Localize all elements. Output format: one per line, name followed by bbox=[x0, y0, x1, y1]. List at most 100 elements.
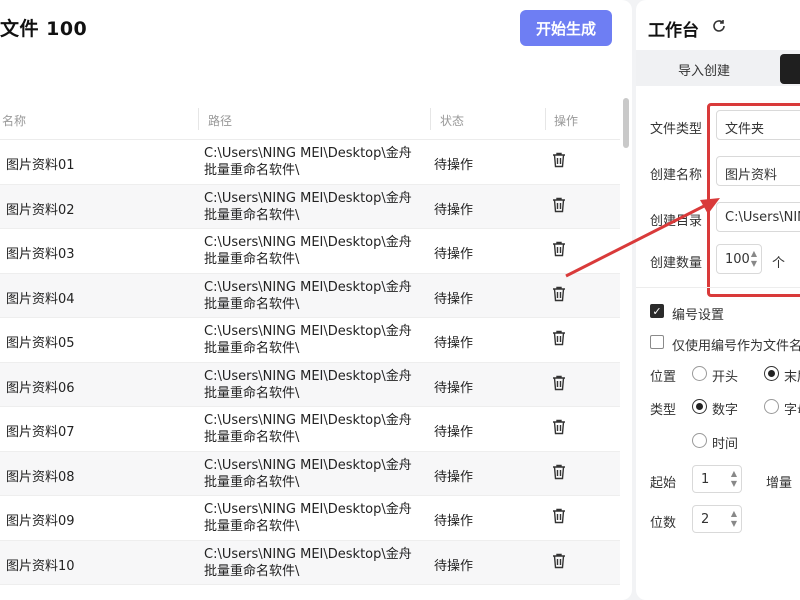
column-separator bbox=[198, 108, 199, 130]
row-name: 图片资料09 bbox=[6, 514, 75, 529]
row-name: 图片资料04 bbox=[6, 291, 75, 307]
row-path-line1: C:\Users\NING MEI\Desktop\金舟 bbox=[204, 502, 412, 517]
row-name: 图片资料05 bbox=[6, 336, 75, 351]
trash-icon[interactable] bbox=[552, 330, 566, 346]
row-path-line1: C:\Users\NING MEI\Desktop\金舟 bbox=[204, 546, 412, 562]
type-number-radio[interactable] bbox=[692, 399, 707, 414]
row-status: 待操作 bbox=[434, 469, 474, 485]
start-label: 起始 bbox=[650, 476, 677, 491]
table-row[interactable]: 图片资料02 C:\Users\NING MEI\Desktop\金舟 批量重命名… bbox=[0, 184, 620, 229]
row-path: C:\Users\NING MEI\Desktop\金舟 批量重命名软件\ bbox=[204, 546, 424, 580]
numbering-only-label: 仅使用编号作为文件名 bbox=[672, 339, 800, 354]
file-table-body: 图片资料01 C:\Users\NING MEI\Desktop\金舟 批量重命名… bbox=[0, 140, 620, 585]
row-status: 待操作 bbox=[434, 247, 474, 262]
digits-stepper[interactable]: 2 ▲ ▼ bbox=[692, 505, 742, 533]
table-row[interactable]: 图片资料05 C:\Users\NING MEI\Desktop\金舟 批量重命名… bbox=[0, 318, 620, 363]
row-status: 待操作 bbox=[434, 514, 474, 529]
table-row[interactable]: 图片资料07 C:\Users\NING MEI\Desktop\金舟 批量重命名… bbox=[0, 407, 620, 452]
tab-active[interactable] bbox=[780, 54, 800, 84]
trash-icon[interactable] bbox=[552, 553, 566, 569]
row-path: C:\Users\NING MEI\Desktop\金舟 批量重命名软件\ bbox=[204, 145, 424, 179]
row-path-line1: C:\Users\NING MEI\Desktop\金舟 bbox=[204, 146, 412, 161]
table-row[interactable]: 图片资料04 C:\Users\NING MEI\Desktop\金舟 批量重命名… bbox=[0, 273, 620, 318]
type-time-radio[interactable] bbox=[692, 433, 707, 448]
row-path-line2: 批量重命名软件\ bbox=[204, 430, 300, 445]
row-path-line2: 批量重命名软件\ bbox=[204, 341, 300, 356]
workbench-tabs: 导入创建 bbox=[636, 50, 800, 86]
row-path-line2: 批量重命名软件\ bbox=[204, 385, 300, 401]
position-end-radio[interactable] bbox=[764, 366, 779, 381]
file-list-panel: 文件 100 开始生成 名称 路径 状态 操作 图片资料01 C:\Users\… bbox=[0, 0, 632, 600]
table-row[interactable]: 图片资料03 C:\Users\NING MEI\Desktop\金舟 批量重命名… bbox=[0, 229, 620, 274]
section-divider bbox=[636, 287, 800, 288]
row-path-line1: C:\Users\NING MEI\Desktop\金舟 bbox=[204, 235, 412, 250]
row-name: 图片资料06 bbox=[6, 380, 75, 396]
trash-icon[interactable] bbox=[552, 197, 566, 213]
row-path-line2: 批量重命名软件\ bbox=[204, 474, 300, 490]
type-letter-label: 字母 bbox=[784, 403, 800, 418]
row-name: 图片资料07 bbox=[6, 425, 75, 440]
stepper-arrows-icon[interactable]: ▲ ▼ bbox=[731, 509, 737, 529]
row-name: 图片资料10 bbox=[6, 558, 75, 574]
file-count-title: 文件 100 bbox=[0, 18, 88, 40]
type-letter-radio[interactable] bbox=[764, 399, 779, 414]
row-path: C:\Users\NING MEI\Desktop\金舟 批量重命名软件\ bbox=[204, 457, 424, 491]
trash-icon[interactable] bbox=[552, 508, 566, 524]
row-path-line2: 批量重命名软件\ bbox=[204, 296, 300, 312]
numbering-settings-label: 编号设置 bbox=[672, 308, 725, 323]
start-value: 1 bbox=[701, 472, 710, 487]
position-end-label: 末尾 bbox=[784, 370, 800, 385]
table-row[interactable]: 图片资料01 C:\Users\NING MEI\Desktop\金舟 批量重命名… bbox=[0, 140, 620, 185]
row-status: 待操作 bbox=[434, 380, 474, 396]
highlight-box bbox=[707, 103, 800, 297]
row-path: C:\Users\NING MEI\Desktop\金舟 批量重命名软件\ bbox=[204, 190, 424, 224]
digits-value: 2 bbox=[701, 512, 710, 527]
row-name: 图片资料02 bbox=[6, 202, 75, 218]
table-scrollbar[interactable] bbox=[623, 98, 629, 148]
refresh-icon[interactable] bbox=[712, 19, 726, 33]
row-status: 待操作 bbox=[434, 158, 474, 173]
trash-icon[interactable] bbox=[552, 286, 566, 302]
trash-icon[interactable] bbox=[552, 375, 566, 391]
row-path-line2: 批量重命名软件\ bbox=[204, 207, 300, 223]
trash-icon[interactable] bbox=[552, 464, 566, 480]
row-path: C:\Users\NING MEI\Desktop\金舟 批量重命名软件\ bbox=[204, 368, 424, 402]
row-path-line1: C:\Users\NING MEI\Desktop\金舟 bbox=[204, 413, 412, 428]
row-name: 图片资料01 bbox=[6, 158, 75, 173]
create-dir-label: 创建目录 bbox=[650, 214, 703, 229]
row-path-line1: C:\Users\NING MEI\Desktop\金舟 bbox=[204, 368, 412, 384]
tab-import-create[interactable]: 导入创建 bbox=[678, 60, 730, 79]
file-type-label: 文件类型 bbox=[650, 122, 703, 137]
column-name: 名称 bbox=[2, 114, 27, 128]
row-path: C:\Users\NING MEI\Desktop\金舟 批量重命名软件\ bbox=[204, 501, 424, 535]
position-label: 位置 bbox=[650, 370, 677, 385]
row-status: 待操作 bbox=[434, 291, 474, 307]
row-status: 待操作 bbox=[434, 558, 474, 574]
row-path-line1: C:\Users\NING MEI\Desktop\金舟 bbox=[204, 279, 412, 295]
trash-icon[interactable] bbox=[552, 419, 566, 435]
row-path: C:\Users\NING MEI\Desktop\金舟 批量重命名软件\ bbox=[204, 323, 424, 357]
row-path-line1: C:\Users\NING MEI\Desktop\金舟 bbox=[204, 457, 412, 473]
stepper-arrows-icon[interactable]: ▲ ▼ bbox=[731, 469, 737, 489]
table-row[interactable]: 图片资料09 C:\Users\NING MEI\Desktop\金舟 批量重命名… bbox=[0, 496, 620, 541]
start-stepper[interactable]: 1 ▲ ▼ bbox=[692, 465, 742, 493]
row-path-line1: C:\Users\NING MEI\Desktop\金舟 bbox=[204, 324, 412, 339]
trash-icon[interactable] bbox=[552, 241, 566, 257]
table-row[interactable]: 图片资料08 C:\Users\NING MEI\Desktop\金舟 批量重命名… bbox=[0, 451, 620, 496]
column-separator bbox=[430, 108, 431, 130]
table-row[interactable]: 图片资料06 C:\Users\NING MEI\Desktop\金舟 批量重命名… bbox=[0, 362, 620, 407]
trash-icon[interactable] bbox=[552, 152, 566, 168]
table-row[interactable]: 图片资料10 C:\Users\NING MEI\Desktop\金舟 批量重命名… bbox=[0, 540, 620, 585]
row-path-line1: C:\Users\NING MEI\Desktop\金舟 bbox=[204, 190, 412, 206]
numbering-settings-checkbox[interactable]: ✓ bbox=[650, 304, 664, 318]
row-path: C:\Users\NING MEI\Desktop\金舟 批量重命名软件\ bbox=[204, 234, 424, 268]
type-label: 类型 bbox=[650, 403, 677, 418]
numbering-only-checkbox[interactable] bbox=[650, 335, 664, 349]
type-number-label: 数字 bbox=[712, 403, 739, 418]
create-count-label: 创建数量 bbox=[650, 256, 703, 271]
column-action: 操作 bbox=[554, 114, 579, 128]
position-start-radio[interactable] bbox=[692, 366, 707, 381]
column-separator bbox=[545, 108, 546, 130]
column-status: 状态 bbox=[440, 114, 465, 128]
start-generate-button[interactable]: 开始生成 bbox=[520, 10, 612, 46]
